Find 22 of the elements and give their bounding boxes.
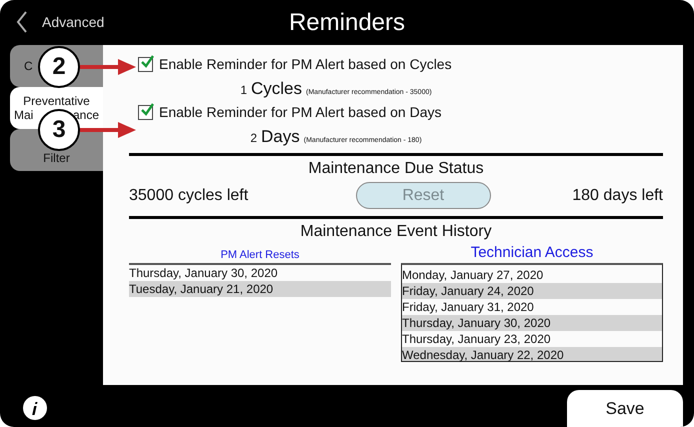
days-left-text: 180 days left [572,186,663,204]
section-title: Maintenance Due Status [307,160,485,178]
list-row-text: Friday, January 31, 2020 [402,299,535,315]
reminder-unit: Cycles [251,79,302,99]
list-row-text: Monday, January 27, 2020 [402,267,544,283]
cycles-left-text: 35000 cycles left [129,186,248,204]
reminder-label: Enable Reminder for PM Alert based on Days [159,104,442,120]
list-row: Friday, January 24, 2020 [402,283,662,299]
screen-title: Reminders [288,8,406,36]
reminder-label: Enable Reminder for PM Alert based on Cycles [159,56,452,72]
list-row-text: Thursday, January 23, 2020 [402,331,552,347]
column-heading: PM Alert Resets [220,248,300,261]
tab-label: C [24,59,33,73]
section-title: Maintenance Event History [299,223,493,241]
tab-label: Preventative [23,94,90,108]
reminder-unit: Days [261,127,300,147]
list-row: Tuesday, January 21, 2020 [129,281,391,297]
list-row: Thursday, January 30, 2020 [402,315,662,331]
column-heading: Technician Access [470,243,594,261]
tab-label: Filter [43,151,70,165]
tab-label: Mai [14,108,34,122]
list-row-text: Thursday, January 30, 2020 [129,265,279,281]
